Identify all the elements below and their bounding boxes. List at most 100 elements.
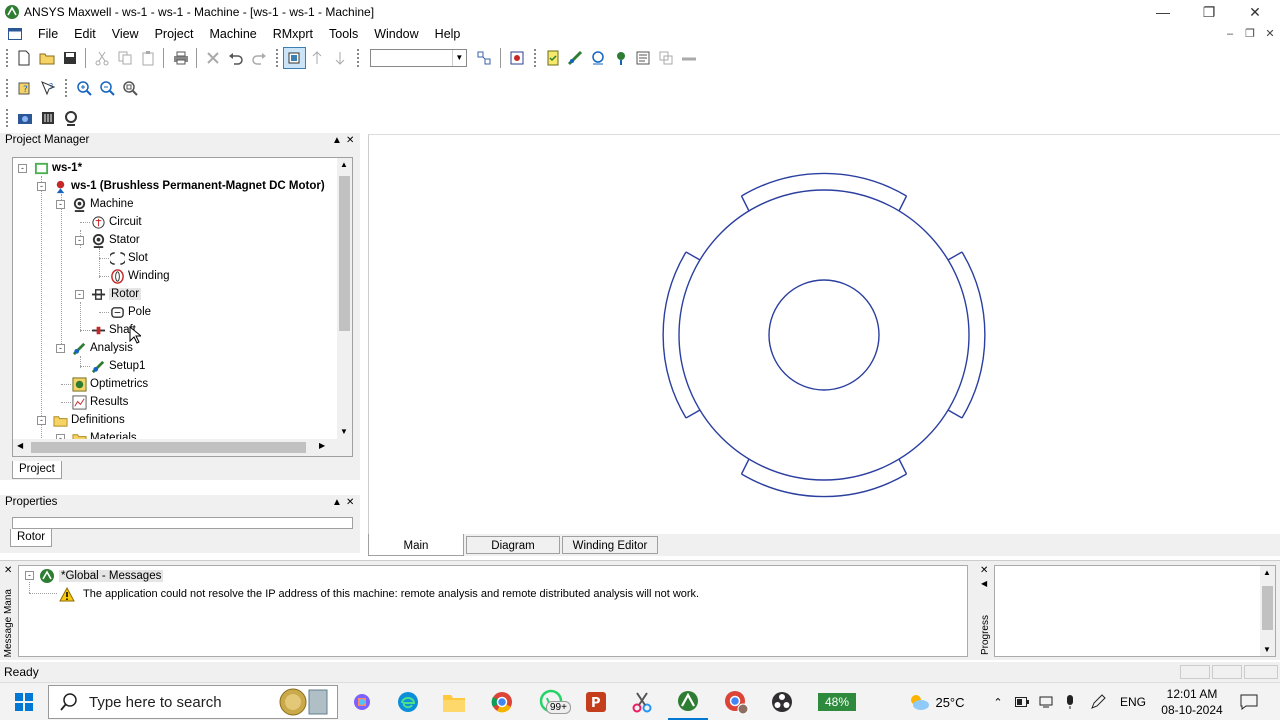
mdi-minimize-button[interactable]: – xyxy=(1222,26,1238,42)
taskbar-pen[interactable] xyxy=(1088,683,1108,720)
toolbar-grip[interactable] xyxy=(357,49,360,67)
tree-item-rotor[interactable]: Rotor xyxy=(90,285,142,303)
properties-grid[interactable] xyxy=(12,517,353,529)
zoom-in-button[interactable] xyxy=(72,77,95,99)
scroll-down-icon[interactable]: ▼ xyxy=(1263,645,1271,654)
menu-machine[interactable]: Machine xyxy=(201,24,264,44)
taskbar-edge[interactable] xyxy=(388,683,428,720)
taskbar-clock[interactable]: 12:01 AM 08-10-2024 xyxy=(1152,683,1232,720)
new-button[interactable] xyxy=(13,47,36,69)
scroll-right-icon[interactable]: ▶ xyxy=(319,441,325,450)
taskbar-obs[interactable] xyxy=(762,683,802,720)
tree-item-analysis[interactable]: Analysis xyxy=(71,339,133,357)
taskbar-chrome[interactable] xyxy=(482,683,522,720)
save-button[interactable] xyxy=(58,47,81,69)
menu-edit[interactable]: Edit xyxy=(66,24,104,44)
tree-item-stator[interactable]: Stator xyxy=(90,231,140,249)
taskbar-microphone[interactable] xyxy=(1060,683,1080,720)
record-button[interactable] xyxy=(506,47,529,69)
zoom-fit-button[interactable] xyxy=(118,77,141,99)
menu-file[interactable]: File xyxy=(30,24,66,44)
machine-motor-button[interactable] xyxy=(59,107,82,129)
tree-item-project[interactable]: ws-1* xyxy=(33,159,82,177)
paste-button[interactable] xyxy=(137,47,160,69)
toolbar-grip[interactable] xyxy=(6,109,9,127)
scroll-thumb[interactable] xyxy=(339,176,350,331)
tree-item-results[interactable]: Results xyxy=(71,393,128,411)
menu-window[interactable]: Window xyxy=(366,24,426,44)
taskbar-ansys[interactable] xyxy=(668,683,708,720)
report-button[interactable] xyxy=(632,47,655,69)
language-indicator[interactable]: ENG xyxy=(1116,683,1150,720)
tree-vertical-scrollbar[interactable]: ▲ ▼ xyxy=(337,158,352,456)
chevron-up-icon[interactable]: ⌃ xyxy=(988,683,1008,720)
tree-item-slot[interactable]: Slot xyxy=(109,249,148,267)
open-button[interactable] xyxy=(36,47,59,69)
undo-button[interactable] xyxy=(225,47,248,69)
tree-item-winding[interactable]: Winding xyxy=(109,267,170,285)
menu-project[interactable]: Project xyxy=(147,24,202,44)
mdi-restore-button[interactable]: ❐ xyxy=(1242,26,1258,42)
pin-icon[interactable]: ▲ xyxy=(332,133,342,148)
tree-collapse-toggle[interactable]: - xyxy=(37,182,46,191)
tree-item-setup1[interactable]: Setup1 xyxy=(90,357,145,375)
mdi-close-button[interactable]: ✕ xyxy=(1262,26,1278,42)
machine-drawing-canvas[interactable] xyxy=(368,134,1280,534)
tree-collapse-toggle[interactable]: - xyxy=(37,416,46,425)
message-group-global[interactable]: *Global - Messages xyxy=(39,567,164,585)
optimetrics-button[interactable] xyxy=(609,47,632,69)
tab-diagram[interactable]: Diagram xyxy=(466,536,560,554)
tab-rotor[interactable]: Rotor xyxy=(10,529,53,547)
select-mode-button[interactable] xyxy=(283,47,306,69)
results-button[interactable] xyxy=(587,47,610,69)
context-help-button[interactable]: ? xyxy=(36,77,59,99)
machine-settings-button[interactable] xyxy=(13,107,36,129)
menu-tools[interactable]: Tools xyxy=(321,24,366,44)
taskbar-search-box[interactable]: Type here to search xyxy=(48,685,338,719)
taskbar-powerpoint[interactable]: P xyxy=(576,683,616,720)
tree-collapse-toggle[interactable]: - xyxy=(75,290,84,299)
fit-button[interactable] xyxy=(473,47,496,69)
scroll-left-icon[interactable]: ◀ xyxy=(17,441,23,450)
close-button[interactable]: ✕ xyxy=(1232,0,1278,24)
print-button[interactable] xyxy=(169,47,192,69)
close-panel-icon[interactable]: ✕ xyxy=(346,495,354,510)
taskbar-whatsapp[interactable]: 99+ xyxy=(530,683,574,720)
menu-view[interactable]: View xyxy=(104,24,147,44)
tab-winding-editor[interactable]: Winding Editor xyxy=(562,536,658,554)
taskbar-battery-tray[interactable] xyxy=(1012,683,1032,720)
restore-button[interactable]: ❐ xyxy=(1186,0,1232,24)
taskbar-chrome-profile[interactable] xyxy=(716,683,756,720)
pin-icon[interactable]: ◀ xyxy=(981,579,987,588)
tree-item-machine[interactable]: Machine xyxy=(71,195,133,213)
tree-item-pole[interactable]: Pole xyxy=(109,303,151,321)
export-button[interactable] xyxy=(655,47,678,69)
toolbar-dropdown[interactable]: ▼ xyxy=(370,49,467,67)
scroll-down-icon[interactable]: ▼ xyxy=(340,427,348,436)
message-warning-row[interactable]: The application could not resolve the IP… xyxy=(59,585,699,603)
tree-collapse-toggle[interactable]: - xyxy=(56,200,65,209)
machine-data-button[interactable] xyxy=(36,107,59,129)
menu-rmxprt[interactable]: RMxprt xyxy=(265,24,321,44)
tree-item-design[interactable]: ws-1 (Brushless Permanent-Magnet DC Moto… xyxy=(52,177,325,195)
tree-horizontal-scrollbar[interactable]: ◀ ▶ xyxy=(13,439,352,456)
tab-main[interactable]: Main xyxy=(368,534,464,556)
tree-collapse-toggle[interactable]: - xyxy=(18,164,27,173)
toolbar-grip[interactable] xyxy=(534,49,537,67)
help-topics-button[interactable]: ? xyxy=(13,77,36,99)
toolbar-grip[interactable] xyxy=(6,49,9,67)
taskbar-weather[interactable]: 25°C xyxy=(900,683,972,720)
scroll-up-icon[interactable]: ▲ xyxy=(1263,568,1271,577)
toolbar-grip[interactable] xyxy=(276,49,279,67)
move-down-button[interactable] xyxy=(328,47,351,69)
menu-help[interactable]: Help xyxy=(427,24,469,44)
taskbar-snipping-tool[interactable] xyxy=(622,683,662,720)
move-up-button[interactable] xyxy=(306,47,329,69)
close-panel-icon[interactable]: ✕ xyxy=(4,565,12,576)
validate-button[interactable] xyxy=(541,47,564,69)
tree-collapse-toggle[interactable]: - xyxy=(25,571,34,580)
taskbar-file-explorer[interactable] xyxy=(434,683,474,720)
scroll-thumb[interactable] xyxy=(31,442,306,453)
pin-icon[interactable]: ▲ xyxy=(332,495,342,510)
scroll-thumb[interactable] xyxy=(1262,586,1273,630)
